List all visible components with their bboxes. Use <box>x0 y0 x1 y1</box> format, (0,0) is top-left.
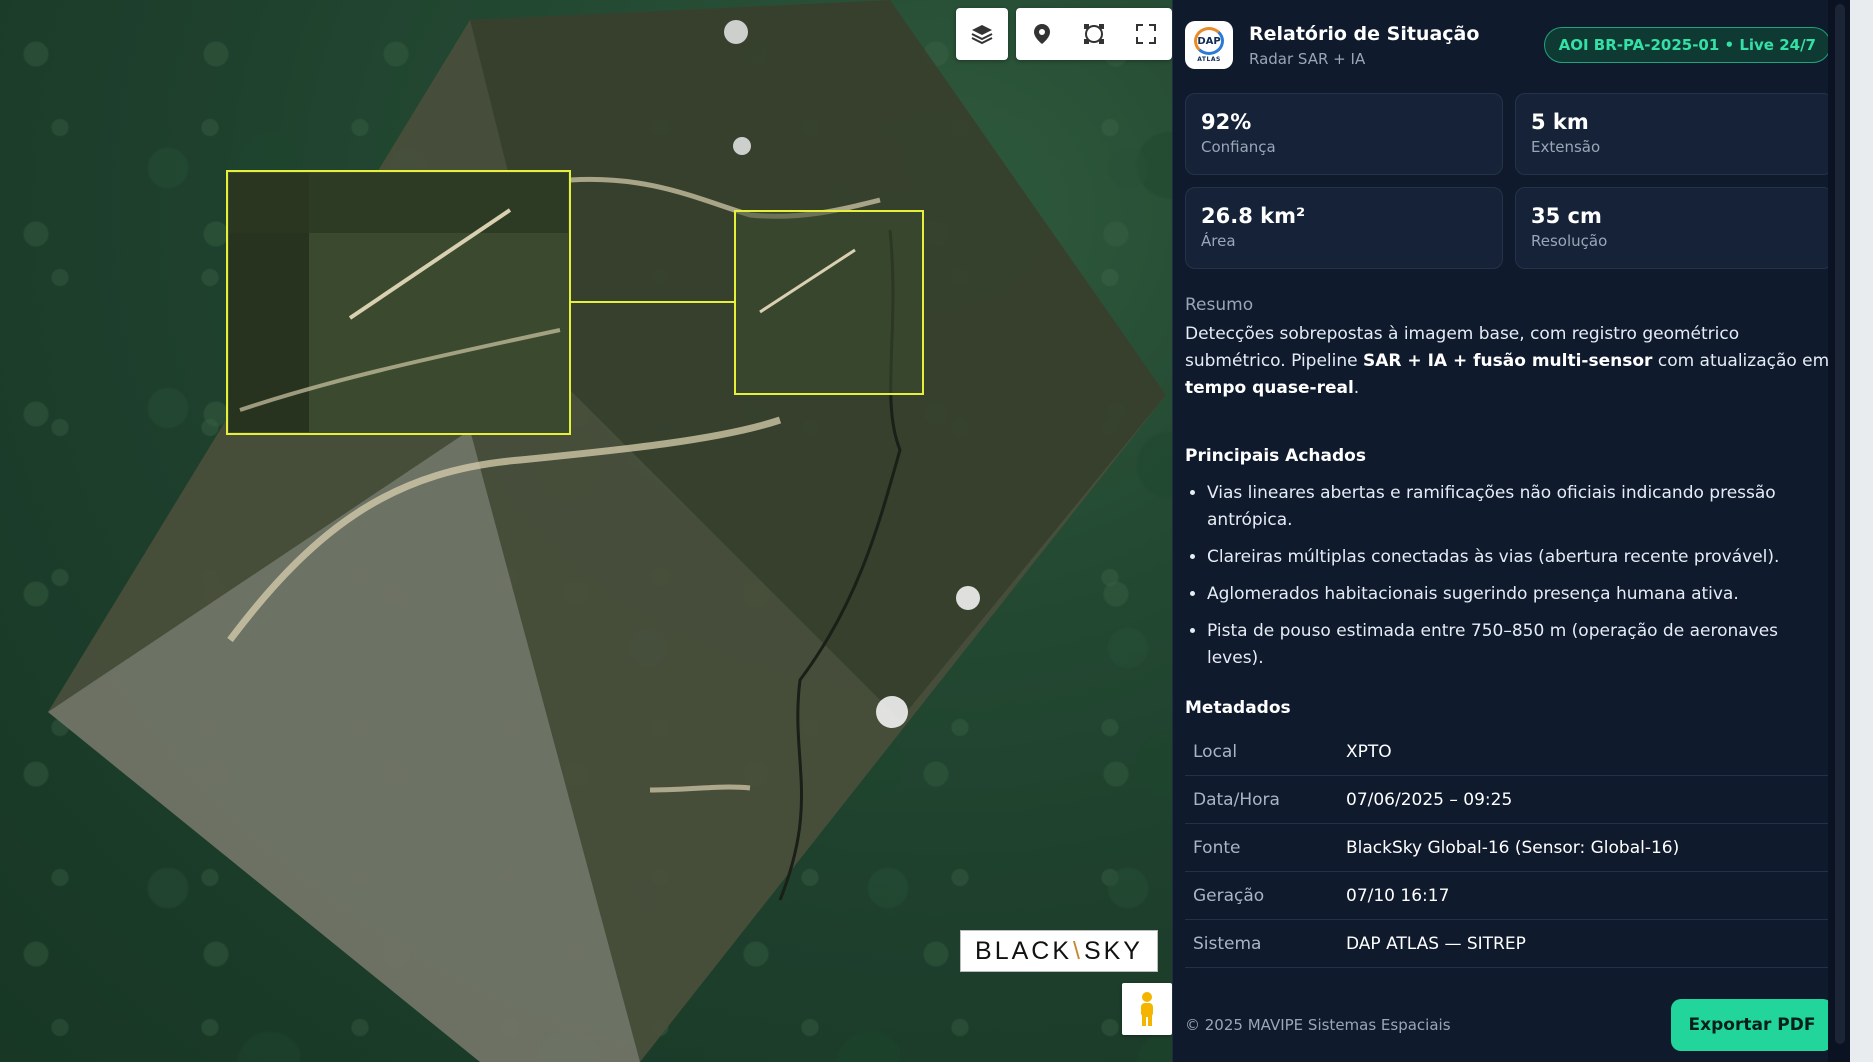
list-item: Vias lineares abertas e ramificações não… <box>1207 480 1833 534</box>
map-controls <box>956 8 1172 60</box>
aoi-badge: AOI BR-PA-2025-01 • Live 24/7 <box>1543 27 1831 63</box>
summary-label: Resumo <box>1185 295 1254 315</box>
table-row: Fonte BlackSky Global-16 (Sensor: Global-… <box>1185 823 1833 872</box>
table-row: Geração 07/10 16:17 <box>1185 871 1833 920</box>
lasso-icon[interactable] <box>1068 8 1120 60</box>
list-item: Aglomerados habitacionais sugerindo pres… <box>1207 581 1833 608</box>
cloud-1 <box>956 586 980 610</box>
summary-text: Detecções sobrepostas à imagem base, com… <box>1185 324 1830 398</box>
layers-icon[interactable] <box>956 8 1008 60</box>
fullscreen-icon[interactable] <box>1120 8 1172 60</box>
stat-card-resolution: 35 cm Resolução <box>1515 187 1833 269</box>
stat-card-area: 26.8 km² Área <box>1185 187 1503 269</box>
zoom-inset-forest-top <box>229 173 568 233</box>
map-overlay <box>48 0 1166 1062</box>
metadata-table: Local XPTO Data/Hora 07/06/2025 – 09:25 Fo… <box>1185 728 1833 968</box>
stat-card-extent: 5 km Extensão <box>1515 93 1833 175</box>
map-pin-icon[interactable] <box>1016 8 1068 60</box>
cloud-3 <box>724 20 748 44</box>
situation-report-panel: DAP ATLAS Relatório de Situação Radar SA… <box>1172 0 1851 1062</box>
panel-subtitle: Radar SAR + IA <box>1249 49 1366 68</box>
stat-card-confidence: 92% Confiança <box>1185 93 1503 175</box>
window-edge <box>1850 0 1873 1062</box>
list-item: Clareiras múltiplas conectadas às vias (… <box>1207 544 1833 571</box>
cloud-2 <box>876 696 908 728</box>
road-3 <box>649 784 751 793</box>
cloud-4 <box>733 137 751 155</box>
table-row: Data/Hora 07/06/2025 – 09:25 <box>1185 775 1833 824</box>
stats-grid: 92% Confiança 5 km Extensão 26.8 km² Áre… <box>1185 93 1833 269</box>
panel-title: Relatório de Situação <box>1249 22 1480 45</box>
list-item: Pista de pouso estimada entre 750–850 m … <box>1207 618 1833 672</box>
table-row: Sistema DAP ATLAS — SITREP <box>1185 919 1833 968</box>
panel-header: DAP ATLAS Relatório de Situação Radar SA… <box>1185 0 1833 90</box>
satellite-map[interactable]: BLACK \ SKY <box>0 0 1172 1062</box>
findings-list: Vias lineares abertas e ramificações não… <box>1185 480 1833 672</box>
table-row: Local XPTO <box>1185 728 1833 776</box>
pegman-icon[interactable] <box>1122 983 1172 1035</box>
metadata-title: Metadados <box>1185 698 1291 718</box>
copyright-text: © 2025 MAVIPE Sistemas Espaciais <box>1185 1016 1451 1034</box>
blacksky-logo: BLACK \ SKY <box>960 930 1158 972</box>
panel-footer: © 2025 MAVIPE Sistemas Espaciais Exporta… <box>1185 998 1833 1052</box>
panel-scrollbar[interactable] <box>1828 0 1851 1062</box>
export-pdf-button[interactable]: Exportar PDF <box>1671 999 1833 1051</box>
findings-title: Principais Achados <box>1185 446 1366 466</box>
detection-box <box>734 210 924 395</box>
dap-atlas-logo: DAP ATLAS <box>1185 21 1233 69</box>
